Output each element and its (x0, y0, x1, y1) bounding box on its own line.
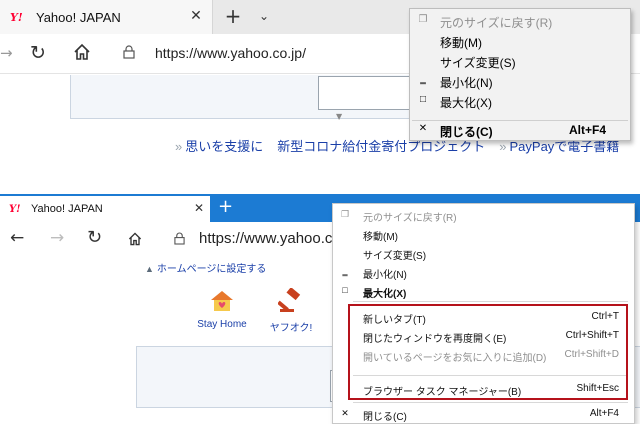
forward-arrow-icon[interactable]: → (50, 228, 64, 248)
menu-item-label: 元のサイズに戻す(R) (363, 213, 457, 224)
set-homepage-link[interactable]: ▲ ホームページに設定する (145, 260, 266, 275)
menu-item-shortcut: Alt+F4 (568, 123, 606, 137)
shortcut-label: Stay Home (197, 319, 247, 330)
caret-down-icon: ▼ (336, 112, 343, 121)
menu-item-minimize[interactable]: ‗ 最小化(N) (333, 263, 634, 282)
promo-link[interactable]: 思いを支援に (185, 139, 263, 154)
yahoo-favicon-icon: Y! (9, 203, 21, 215)
tab-title: Yahoo! JAPAN (36, 9, 121, 25)
menu-item-label: 閉じる(C) (363, 412, 407, 423)
menu-item-resize[interactable]: サイズ変更(S) (333, 244, 634, 263)
menu-separator (353, 301, 628, 302)
menu-item-close[interactable]: ✕ 閉じる(C) Alt+F4 (410, 120, 630, 140)
lock-icon (123, 45, 135, 59)
chevron-right-icon: » (499, 139, 507, 154)
close-icon: ✕ (341, 408, 349, 418)
auction-shortcut[interactable]: ヤフオク! (264, 287, 318, 334)
menu-item-label: 移動(M) (440, 36, 482, 50)
promo-link[interactable]: PayPayで電子書籍 (510, 139, 620, 154)
menu-item-resize[interactable]: サイズ変更(S) (410, 51, 630, 71)
menu-item-maximize[interactable]: □ 最大化(X) (333, 282, 634, 301)
back-arrow-icon[interactable]: ← (10, 228, 24, 248)
menu-item-close[interactable]: ✕ 閉じる(C) Alt+F4 (333, 405, 634, 424)
gavel-icon (277, 287, 301, 312)
menu-item-label: 最小化(N) (363, 270, 407, 281)
home-icon[interactable] (72, 42, 92, 62)
stay-home-icon (211, 291, 233, 311)
address-bar[interactable]: https://www.yahoo.co.jp/ (155, 45, 306, 61)
menu-item-label: 最小化(N) (440, 76, 493, 90)
address-bar[interactable]: https://www.yahoo.co (199, 230, 341, 247)
menu-item-label: 最大化(X) (440, 96, 492, 110)
menu-item-label: 閉じる(C) (440, 125, 493, 139)
highlight-box (348, 304, 628, 400)
stay-home-shortcut[interactable]: Stay Home (192, 288, 252, 330)
home-icon: ▲ (145, 264, 154, 274)
menu-item-restore[interactable]: ❐ 元のサイズに戻す(R) (333, 206, 634, 225)
menu-item-label: サイズ変更(S) (440, 56, 516, 70)
forward-arrow-icon[interactable]: → (0, 44, 13, 62)
minimize-icon: ‗ (342, 266, 348, 276)
maximize-icon: □ (342, 285, 348, 295)
chevron-right-icon: » (175, 139, 183, 154)
tab-yahoo[interactable]: Y! Yahoo! JAPAN ✕ (0, 0, 213, 34)
menu-item-move[interactable]: 移動(M) (410, 31, 630, 51)
yahoo-favicon-icon: Y! (10, 10, 23, 24)
legacy-edge-window: Y! Yahoo! JAPAN ✕ + ⌄ → ↻ https://www.ya… (0, 0, 640, 164)
close-tab-icon[interactable]: ✕ (188, 8, 204, 24)
panel-divider (0, 164, 640, 194)
close-icon: ✕ (418, 123, 428, 134)
menu-item-minimize[interactable]: ‗ 最小化(N) (410, 71, 630, 91)
close-tab-icon[interactable]: ✕ (194, 201, 204, 215)
refresh-icon[interactable]: ↻ (87, 227, 102, 248)
search-input[interactable] (318, 76, 413, 110)
menu-item-label: 最大化(X) (363, 289, 407, 300)
tab-yahoo[interactable]: Y! Yahoo! JAPAN ✕ (0, 196, 210, 222)
new-tab-icon[interactable]: + (218, 196, 233, 217)
promo-link[interactable]: 新型コロナ給付金寄付プロジェクト (277, 139, 485, 154)
minimize-icon: ‗ (420, 74, 426, 85)
menu-item-shortcut: Alt+F4 (589, 408, 619, 419)
shortcut-label: ヤフオク! (269, 323, 313, 334)
set-homepage-label: ホームページに設定する (156, 264, 267, 275)
restore-icon: ❐ (418, 14, 428, 25)
restore-icon: ❐ (340, 209, 350, 219)
menu-item-restore[interactable]: ❐ 元のサイズに戻す(R) (410, 11, 630, 31)
menu-item-move[interactable]: 移動(M) (333, 225, 634, 244)
window-context-menu: ❐ 元のサイズに戻す(R) 移動(M) サイズ変更(S) ‗ 最小化(N) □ … (409, 8, 631, 141)
maximize-icon: □ (419, 94, 427, 105)
menu-separator (353, 402, 628, 403)
menu-item-label: 移動(M) (363, 232, 398, 243)
menu-item-label: サイズ変更(S) (363, 251, 427, 262)
refresh-icon[interactable]: ↻ (30, 42, 46, 64)
menu-item-maximize[interactable]: □ 最大化(X) (410, 91, 630, 111)
screenshot-root: Y! Yahoo! JAPAN ✕ + ⌄ → ↻ https://www.ya… (0, 0, 640, 424)
tab-title: Yahoo! JAPAN (31, 203, 103, 215)
chevron-down-icon[interactable]: ⌄ (253, 5, 275, 27)
menu-item-label: 元のサイズに戻す(R) (440, 16, 553, 30)
lock-icon (174, 232, 185, 245)
home-icon[interactable] (127, 231, 143, 247)
new-tab-icon[interactable]: + (222, 5, 244, 27)
